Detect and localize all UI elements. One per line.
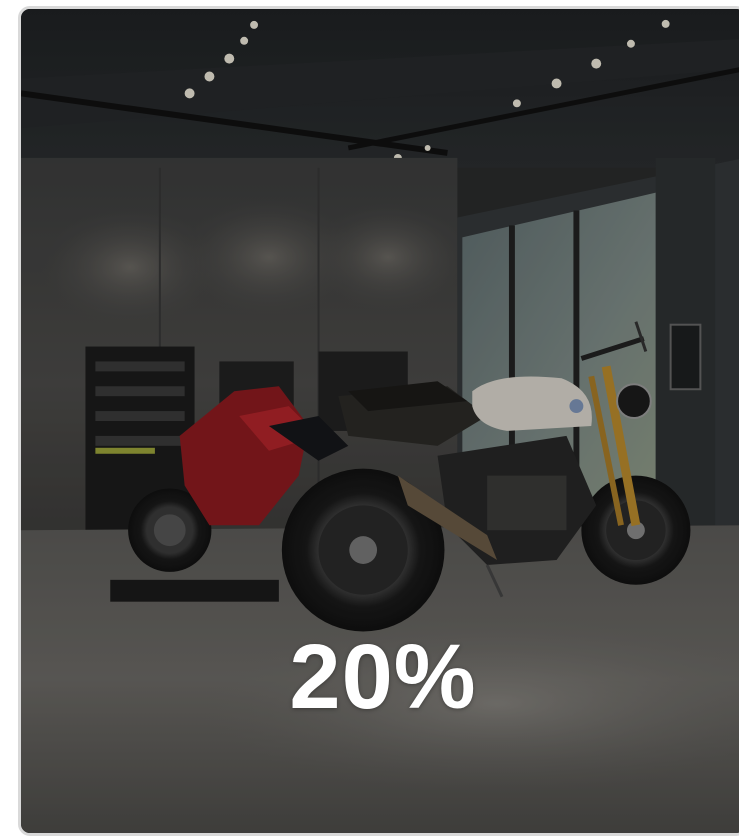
discount-label: 20% xyxy=(289,626,477,728)
promo-card[interactable]: 20% xyxy=(18,6,739,836)
